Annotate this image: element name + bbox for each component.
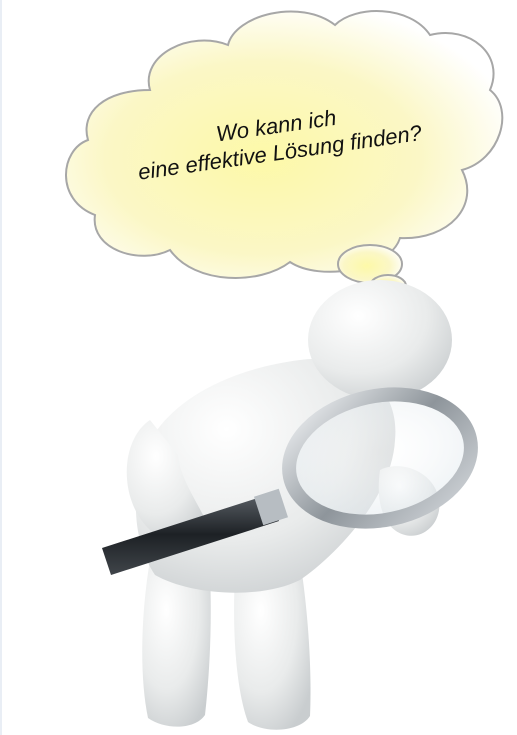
figure-head: [308, 280, 452, 400]
scene: [65, 10, 504, 730]
